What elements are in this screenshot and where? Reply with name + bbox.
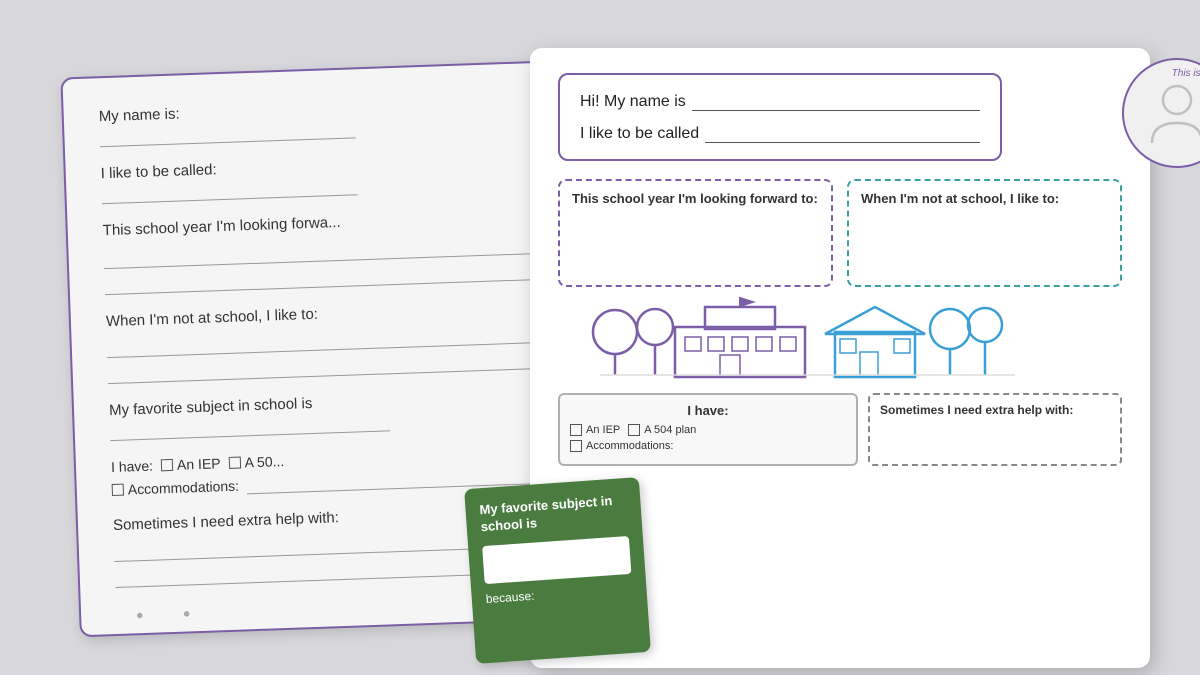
person-icon: [1147, 78, 1200, 148]
i-have-acc-row: Accommodations:: [570, 440, 846, 452]
photo-circle: This is me:: [1122, 58, 1200, 168]
name-row2: I like to be called: [580, 123, 980, 143]
i-have-box: I have: An IEP A 504 plan Accommodations…: [558, 393, 858, 466]
name-row1: Hi! My name is: [580, 91, 980, 111]
name-row2-label: I like to be called: [580, 125, 699, 143]
back-iep-checkbox: [161, 458, 173, 470]
back-504-checkbox: [228, 456, 240, 468]
back-notschool-group: When I'm not at school, I like to:: [106, 296, 574, 383]
front-iep-checkbox: [570, 424, 582, 436]
school-year-box: This school year I'm looking forward to:: [558, 179, 833, 288]
front-504-label: A 504 plan: [644, 424, 696, 436]
back-ihave-label: I have:: [111, 457, 154, 474]
back-dot1: •: [136, 605, 144, 628]
back-dot2: •: [183, 603, 191, 626]
front-acc-checkbox: [570, 440, 582, 452]
school-illustration: [558, 297, 1122, 382]
front-504-checkbox: [628, 424, 640, 436]
school-year-label: This school year I'm looking forward to:: [572, 191, 819, 208]
sometimes-box: Sometimes I need extra help with:: [868, 393, 1122, 466]
name-row1-label: Hi! My name is: [580, 93, 686, 111]
two-col-section: This school year I'm looking forward to:…: [558, 179, 1122, 288]
not-school-box: When I'm not at school, I like to:: [847, 179, 1122, 288]
back-iep-item: An IEP: [161, 455, 221, 473]
front-acc-label: Accommodations:: [586, 440, 673, 452]
back-acc-item: Accommodations:: [112, 477, 240, 497]
front-iep-item: An IEP: [570, 424, 620, 436]
back-iep-label: An IEP: [177, 455, 221, 473]
back-acc-checkbox: [112, 483, 124, 495]
back-forward-label: This school year I'm looking forwa...: [102, 205, 568, 238]
back-name-label: My name is:: [98, 92, 564, 125]
front-504-item: A 504 plan: [628, 424, 696, 436]
green-card-title: My favorite subject in school is: [479, 492, 628, 536]
back-forward-group: This school year I'm looking forwa...: [102, 205, 570, 294]
green-card: My favorite subject in school is because…: [464, 477, 651, 664]
green-card-field: [482, 535, 631, 583]
photo-label: This is me:: [1172, 68, 1200, 79]
back-name-group: My name is:: [98, 92, 565, 147]
back-acc-label: Accommodations:: [128, 477, 240, 497]
back-subject-group: My favorite subject in school is: [109, 385, 576, 440]
i-have-iep-row: An IEP A 504 plan: [570, 424, 846, 436]
back-504-label: A 50...: [244, 453, 284, 470]
scene: My name is: I like to be called: This sc…: [50, 38, 1150, 638]
front-acc-item: Accommodations:: [570, 440, 673, 452]
not-school-content: [861, 215, 1108, 275]
not-school-label: When I'm not at school, I like to:: [861, 191, 1108, 208]
back-called-label: I like to be called:: [100, 148, 566, 181]
front-iep-label: An IEP: [586, 424, 620, 436]
school-year-content: [572, 215, 819, 275]
back-notschool-label: When I'm not at school, I like to:: [106, 296, 572, 329]
back-subject-label: My favorite subject in school is: [109, 385, 575, 418]
bottom-section: I have: An IEP A 504 plan Accommodations…: [558, 393, 1122, 466]
sometimes-title: Sometimes I need extra help with:: [880, 403, 1110, 419]
illustration-row: [558, 297, 1122, 387]
i-have-title: I have:: [570, 403, 846, 418]
back-called-group: I like to be called:: [100, 148, 567, 203]
back-504-item: A 50...: [228, 453, 284, 471]
name-section: Hi! My name is I like to be called: [558, 73, 1002, 161]
green-card-because: because:: [485, 581, 633, 605]
